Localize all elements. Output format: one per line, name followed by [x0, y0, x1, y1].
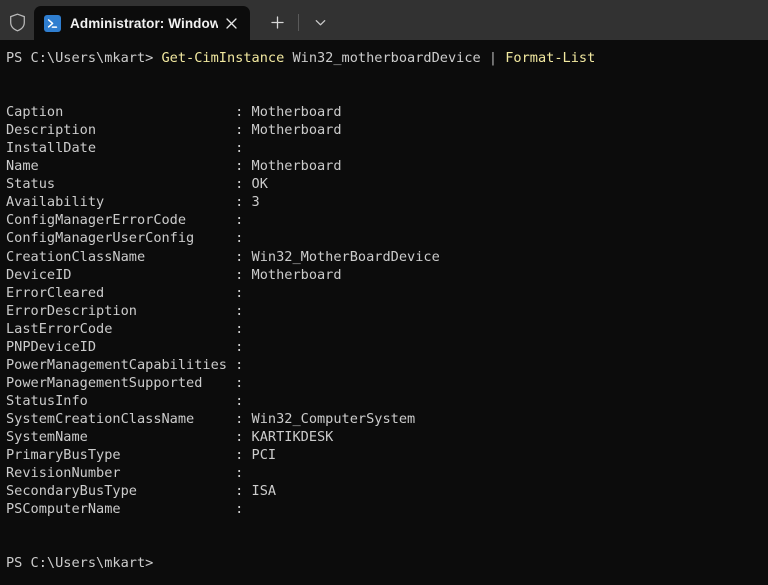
- tab-title: Administrator: Windows Powe: [70, 15, 218, 31]
- powershell-icon: [44, 14, 61, 32]
- close-icon[interactable]: [218, 10, 244, 36]
- toolbar-divider: [298, 14, 299, 31]
- powershell-window: Administrator: Windows Powe PS C:\Users\…: [0, 0, 768, 585]
- title-bar: Administrator: Windows Powe: [0, 0, 768, 40]
- tab-administrator-windows-powershell[interactable]: Administrator: Windows Powe: [34, 6, 250, 40]
- terminal-viewport[interactable]: PS C:\Users\mkart> Get-CimInstance Win32…: [0, 40, 768, 585]
- plus-icon[interactable]: [262, 7, 292, 37]
- chevron-down-icon[interactable]: [305, 7, 335, 37]
- terminal-output: PS C:\Users\mkart> Get-CimInstance Win32…: [6, 50, 596, 572]
- shield-icon: [0, 4, 34, 40]
